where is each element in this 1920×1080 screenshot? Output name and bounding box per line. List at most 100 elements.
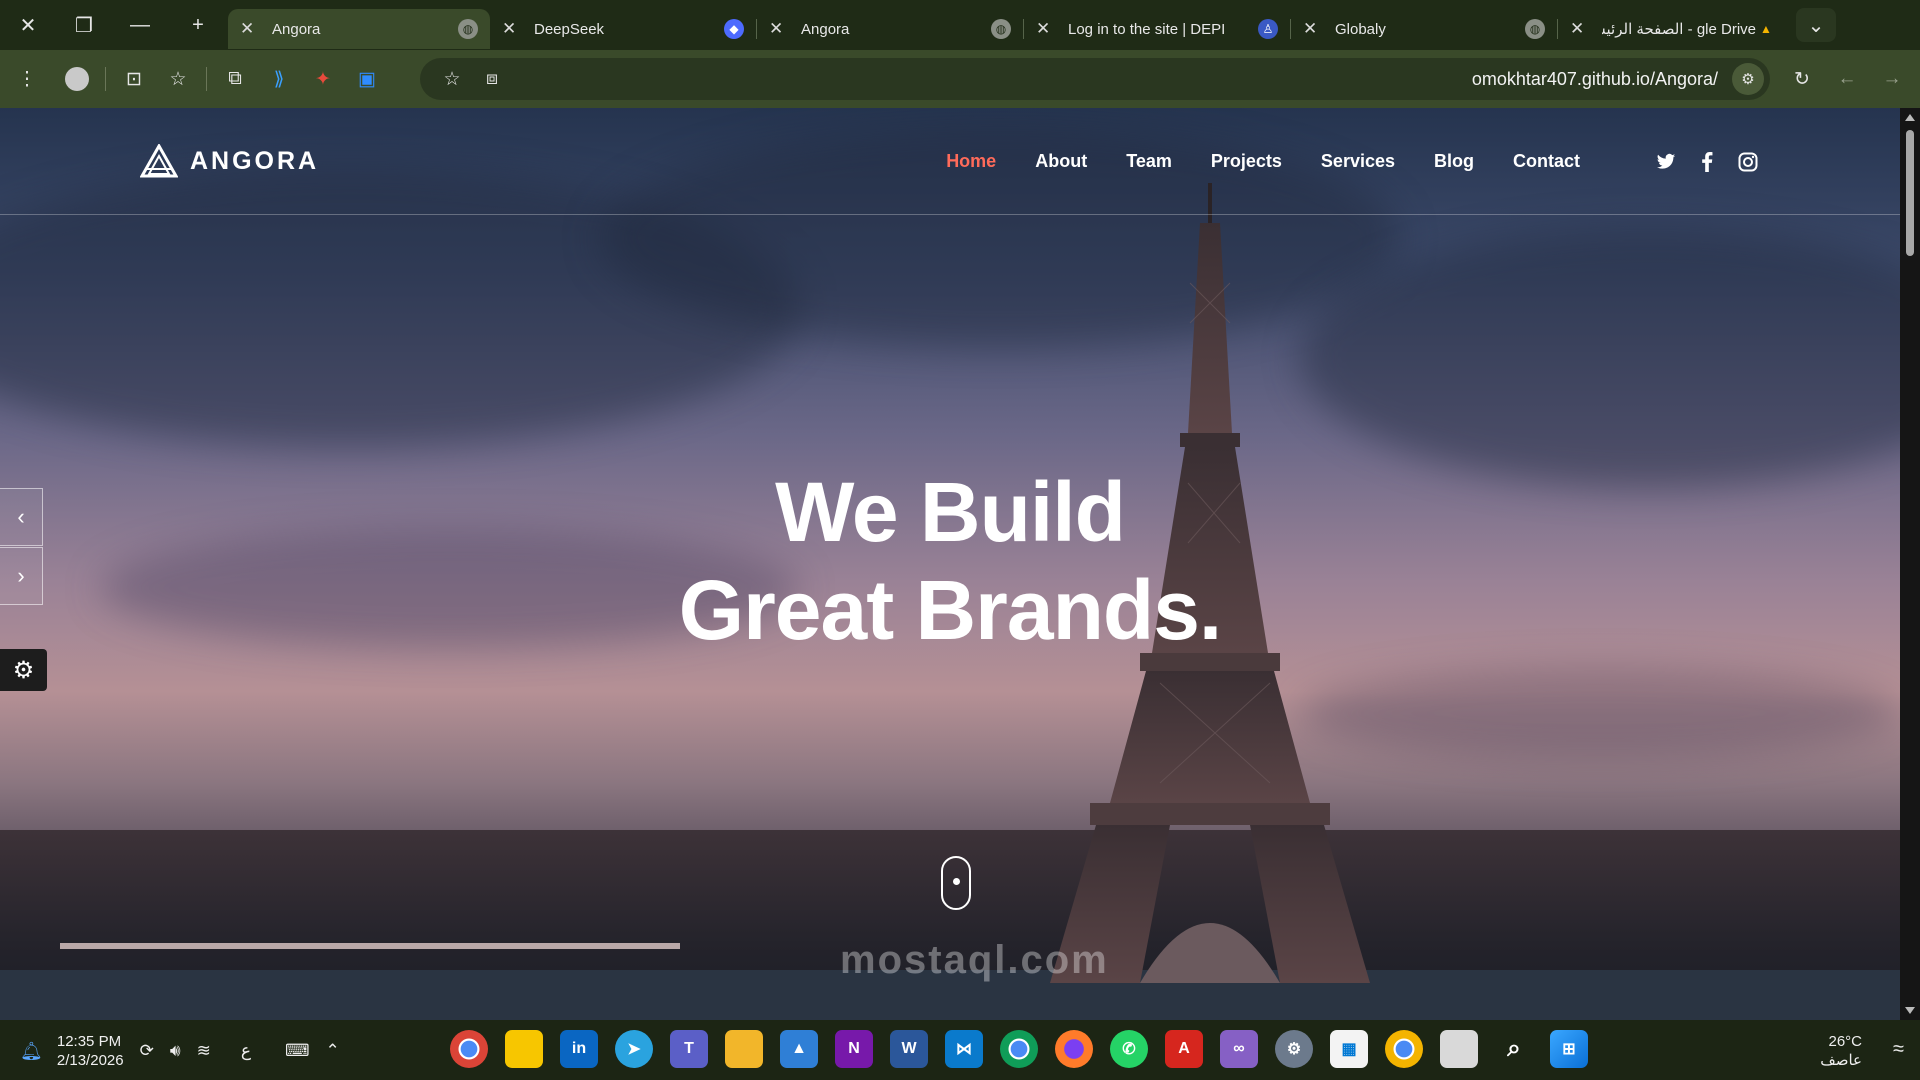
site-settings-icon[interactable]: ⚙ — [1732, 63, 1764, 95]
nav-about[interactable]: About — [1035, 151, 1087, 172]
watermark-text: mostaql.com — [840, 938, 1109, 982]
twitter-icon[interactable] — [1654, 150, 1678, 174]
settings-app-icon[interactable]: ⚙ — [1275, 1030, 1313, 1068]
notification-bell-icon[interactable]: 🔔︎ — [20, 1041, 43, 1062]
back-arrow-icon[interactable]: ← — [1825, 57, 1869, 101]
weather-temperature: 26°C — [1828, 1033, 1862, 1050]
tab-close-icon[interactable]: ✕ — [502, 19, 520, 39]
nav-services[interactable]: Services — [1321, 151, 1395, 172]
hero-line-1: We Build — [775, 465, 1126, 559]
sky-cloud — [1300, 668, 1900, 758]
restore-window-icon[interactable]: ❐ — [56, 0, 112, 50]
drive-icon: ▲ — [1760, 22, 1772, 36]
sky-cloud — [1300, 228, 1900, 488]
reload-icon[interactable]: ↻ — [1780, 57, 1824, 101]
extensions-puzzle-icon[interactable]: ⧉ — [213, 57, 257, 101]
tab-close-icon[interactable]: ✕ — [240, 19, 258, 39]
nav-projects[interactable]: Projects — [1211, 151, 1282, 172]
slider-prev-button[interactable]: ‹ — [0, 488, 43, 546]
sync-icon[interactable]: ⟳ — [140, 1041, 154, 1061]
start-menu-icon[interactable]: ⊞ — [1550, 1030, 1588, 1068]
chrome-app-icon[interactable] — [450, 1030, 488, 1068]
telegram-app-icon[interactable]: ➤ — [615, 1030, 653, 1068]
tab-title: Globaly — [1335, 20, 1386, 38]
firefox-app-icon[interactable] — [1055, 1030, 1093, 1068]
taskbar-clock[interactable]: 12:35 PM 2/13/2026 — [57, 1032, 124, 1070]
style-switcher-gear-icon[interactable]: ⚙ — [0, 649, 47, 691]
browser-tab-strip: ✕ ❐ — + ✕ Angora ◍ ✕ DeepSeek ◆ ✕ Angora… — [0, 0, 1920, 50]
read-aloud-icon[interactable]: ⟫ — [257, 57, 301, 101]
tab-depi-login[interactable]: ✕ Log in to the site | DEPI ♙ — [1024, 9, 1290, 49]
tab-close-icon[interactable]: ✕ — [1303, 19, 1321, 39]
teams-app-icon[interactable]: T — [670, 1030, 708, 1068]
show-hidden-icons-chevron-icon[interactable]: ⌃ — [326, 1041, 340, 1061]
site-logo[interactable]: ANGORA — [140, 144, 319, 178]
keyboard-language-indicator[interactable]: ع — [241, 1041, 251, 1061]
taskbar-left-tray: 🔔︎ 12:35 PM 2/13/2026 ⟳ 🔊︎ ≋ ع ⌨ ⌃ — [20, 1032, 340, 1070]
visual-studio-app-icon[interactable]: ∞ — [1220, 1030, 1258, 1068]
microsoft-store-app-icon[interactable]: ▦ — [1330, 1030, 1368, 1068]
tab-globaly[interactable]: ✕ Globaly ◍ — [1291, 9, 1557, 49]
windows-taskbar: 🔔︎ 12:35 PM 2/13/2026 ⟳ 🔊︎ ≋ ع ⌨ ⌃ in ➤ … — [0, 1020, 1920, 1080]
tab-search-dropdown-icon[interactable]: ⌄ — [1796, 8, 1836, 42]
word-app-icon[interactable]: W — [890, 1030, 928, 1068]
onenote-app-icon[interactable]: N — [835, 1030, 873, 1068]
tab-deepseek[interactable]: ✕ DeepSeek ◆ — [490, 9, 756, 49]
minimize-window-icon[interactable]: — — [112, 0, 168, 50]
scroll-down-arrow-icon[interactable] — [1905, 1007, 1915, 1014]
new-tab-button[interactable]: + — [168, 0, 228, 50]
menu-kebab-icon[interactable]: ⋮ — [5, 57, 49, 101]
tab-close-icon[interactable]: ✕ — [1036, 19, 1054, 39]
volume-icon[interactable]: 🔊︎ — [170, 1041, 181, 1061]
scroll-up-arrow-icon[interactable] — [1905, 114, 1915, 121]
toolbar-separator — [105, 67, 106, 91]
scrollbar-thumb[interactable] — [1906, 130, 1914, 256]
taskbar-pinned-apps: in ➤ T ▲ N W ⋈ ✆ A ∞ ⚙ ▦ ⌕ ⊞ — [450, 1030, 1605, 1068]
tab-title: Log in to the site | DEPI — [1068, 20, 1226, 38]
file-explorer-app-icon[interactable] — [725, 1030, 763, 1068]
nav-contact[interactable]: Contact — [1513, 151, 1580, 172]
tab-close-icon[interactable]: ✕ — [769, 19, 787, 39]
close-window-icon[interactable]: ✕ — [0, 0, 56, 50]
extension-blue-icon[interactable]: ▣ — [345, 57, 389, 101]
page-scrollbar[interactable] — [1900, 108, 1920, 1020]
extension-red-icon[interactable]: ✦ — [301, 57, 345, 101]
chrome-profile-app-icon[interactable] — [1385, 1030, 1423, 1068]
sticky-notes-app-icon[interactable] — [505, 1030, 543, 1068]
tab-angora[interactable]: ✕ Angora ◍ — [757, 9, 1023, 49]
hero-headline: We Build Great Brands. — [0, 463, 1900, 659]
app-install-icon[interactable]: ⧈ — [470, 57, 514, 101]
tab-angora-active[interactable]: ✕ Angora ◍ — [228, 9, 490, 49]
globe-icon: ◍ — [1525, 19, 1545, 39]
hero-line-2: Great Brands. — [678, 563, 1223, 657]
bookmark-star-icon[interactable]: ☆ — [430, 57, 474, 101]
profile-avatar-icon[interactable] — [55, 57, 99, 101]
linkedin-app-icon[interactable]: in — [560, 1030, 598, 1068]
photos-app-icon[interactable]: ▲ — [780, 1030, 818, 1068]
weather-widget[interactable]: 26°C عاصف — [1820, 1032, 1862, 1070]
task-view-icon[interactable] — [1440, 1030, 1478, 1068]
acrobat-app-icon[interactable]: A — [1165, 1030, 1203, 1068]
toolbar-separator — [206, 67, 207, 91]
forward-arrow-icon[interactable]: → — [1870, 57, 1914, 101]
nav-home[interactable]: Home — [946, 151, 996, 172]
slider-next-button[interactable]: › — [0, 547, 43, 605]
nav-blog[interactable]: Blog — [1434, 151, 1474, 172]
url-text[interactable]: omokhtar407.github.io/Angora/ — [1472, 69, 1718, 90]
whatsapp-app-icon[interactable]: ✆ — [1110, 1030, 1148, 1068]
tab-google-drive[interactable]: ✕ gle Drive - الصفحة الرئيسية ▲ — [1558, 9, 1788, 49]
wifi-icon[interactable]: ≋ — [197, 1041, 211, 1061]
tab-close-icon[interactable]: ✕ — [1570, 19, 1588, 39]
scroll-down-mouse-icon[interactable] — [941, 856, 971, 910]
vscode-app-icon[interactable]: ⋈ — [945, 1030, 983, 1068]
nav-team[interactable]: Team — [1126, 151, 1172, 172]
search-icon[interactable]: ⌕ — [1495, 1030, 1533, 1068]
mouse-wheel-dot — [953, 878, 960, 885]
screenshot-icon[interactable]: ⊡ — [112, 57, 156, 101]
instagram-icon[interactable] — [1736, 150, 1760, 174]
favorites-star-icon[interactable]: ☆ — [156, 57, 200, 101]
facebook-icon[interactable] — [1695, 150, 1719, 174]
touch-keyboard-icon[interactable]: ⌨ — [285, 1041, 310, 1061]
address-bar[interactable]: ☆ ⧈ omokhtar407.github.io/Angora/ ⚙ — [420, 58, 1770, 100]
chrome-active-app-icon[interactable] — [1000, 1030, 1038, 1068]
